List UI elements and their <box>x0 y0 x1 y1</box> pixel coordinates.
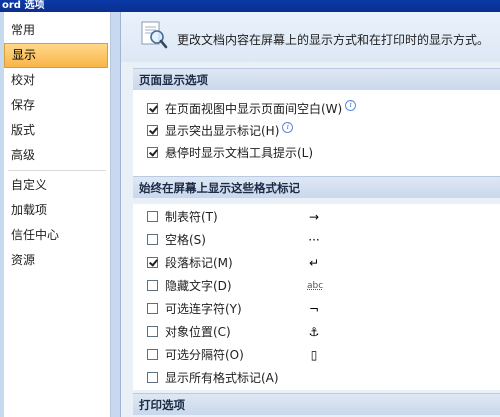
checkbox-show-all-marks[interactable] <box>147 372 158 383</box>
option-label: 段落标记(M) <box>165 256 233 270</box>
sidebar-item-addins[interactable]: 加载项 <box>4 198 110 223</box>
sidebar-item-common[interactable]: 常用 <box>4 18 110 43</box>
option-label: 空格(S) <box>165 233 206 247</box>
checkbox-tab-characters[interactable] <box>147 211 158 222</box>
option-label: 对象位置(C) <box>165 325 231 339</box>
sidebar-item-save[interactable]: 保存 <box>4 93 110 118</box>
sidebar-item-resources[interactable]: 资源 <box>4 248 110 273</box>
tab-arrow-icon: → <box>308 210 320 224</box>
sidebar-item-customize[interactable]: 自定义 <box>4 173 110 198</box>
option-object-anchors[interactable]: 对象位置(C) ⚓ <box>147 323 319 341</box>
option-show-all-marks[interactable]: 显示所有格式标记(A) <box>147 369 279 387</box>
optional-break-icon: ▯ <box>310 348 318 362</box>
section-heading-page-display: 页面显示选项 <box>133 68 500 90</box>
info-icon[interactable]: i <box>282 122 294 133</box>
checkbox-optional-hyphens[interactable] <box>147 303 158 314</box>
option-hidden-text[interactable]: 隐藏文字(D) abc <box>147 277 323 295</box>
sidebar-item-proofing[interactable]: 校对 <box>4 68 110 93</box>
checkbox-show-whitespace[interactable] <box>147 103 158 114</box>
option-label: 可选分隔符(O) <box>165 348 244 362</box>
option-show-tooltips[interactable]: 悬停时显示文档工具提示(L) <box>147 144 313 162</box>
checkbox-show-highlighter[interactable] <box>147 125 158 136</box>
paragraph-mark-icon: ↵ <box>308 256 320 270</box>
checkbox-optional-breaks[interactable] <box>147 349 158 360</box>
section-heading-print: 打印选项 <box>133 393 500 415</box>
option-show-highlighter[interactable]: 显示突出显示标记(H) i <box>147 122 294 140</box>
info-icon[interactable]: i <box>345 100 357 111</box>
option-tab-characters[interactable]: 制表符(T) → <box>147 208 319 226</box>
window-title-bar: ord 选项 <box>0 0 500 12</box>
option-show-whitespace[interactable]: 在页面视图中显示页面间空白(W) i <box>147 100 357 118</box>
sidebar: 常用 显示 校对 保存 版式 高级 自定义 加载项 信任中心 资源 <box>4 12 111 417</box>
sidebar-item-trust-center[interactable]: 信任中心 <box>4 223 110 248</box>
option-label: 在页面视图中显示页面间空白(W) <box>165 102 343 116</box>
checkbox-paragraph-marks[interactable] <box>147 257 158 268</box>
sidebar-separator <box>8 170 106 171</box>
window-title: ord 选项 <box>2 0 45 11</box>
space-dots-icon: ··· <box>308 233 320 247</box>
checkbox-object-anchors[interactable] <box>147 326 158 337</box>
panel-header: 更改文档内容在屏幕上的显示方式和在打印时的显示方式。 <box>121 12 500 62</box>
option-spaces[interactable]: 空格(S) ··· <box>147 231 320 249</box>
sidebar-item-display[interactable]: 显示 <box>4 43 108 68</box>
checkbox-hidden-text[interactable] <box>147 280 158 291</box>
panel-description: 更改文档内容在屏幕上的显示方式和在打印时的显示方式。 <box>177 33 490 47</box>
option-label: 显示所有格式标记(A) <box>165 371 279 385</box>
hidden-text-icon: abc <box>307 281 324 291</box>
sidebar-item-advanced[interactable]: 高级 <box>4 143 110 168</box>
checkbox-spaces[interactable] <box>147 234 158 245</box>
pane-divider <box>111 12 120 417</box>
checkbox-show-tooltips[interactable] <box>147 147 158 158</box>
option-label: 制表符(T) <box>165 210 218 224</box>
option-label: 显示突出显示标记(H) <box>165 124 280 138</box>
document-magnifier-icon <box>141 21 168 49</box>
anchor-icon: ⚓ <box>308 325 320 339</box>
main-panel: 更改文档内容在屏幕上的显示方式和在打印时的显示方式。 页面显示选项 在页面视图中… <box>120 12 500 417</box>
option-optional-breaks[interactable]: 可选分隔符(O) ▯ <box>147 346 317 364</box>
option-paragraph-marks[interactable]: 段落标记(M) ↵ <box>147 254 319 272</box>
option-label: 可选连字符(Y) <box>165 302 242 316</box>
option-optional-hyphens[interactable]: 可选连字符(Y) ¬ <box>147 300 319 318</box>
section-heading-formatting-marks: 始终在屏幕上显示这些格式标记 <box>133 176 500 198</box>
sidebar-item-layout[interactable]: 版式 <box>4 118 110 143</box>
optional-hyphen-icon: ¬ <box>308 302 320 316</box>
option-label: 悬停时显示文档工具提示(L) <box>165 146 314 160</box>
option-label: 隐藏文字(D) <box>165 279 232 293</box>
